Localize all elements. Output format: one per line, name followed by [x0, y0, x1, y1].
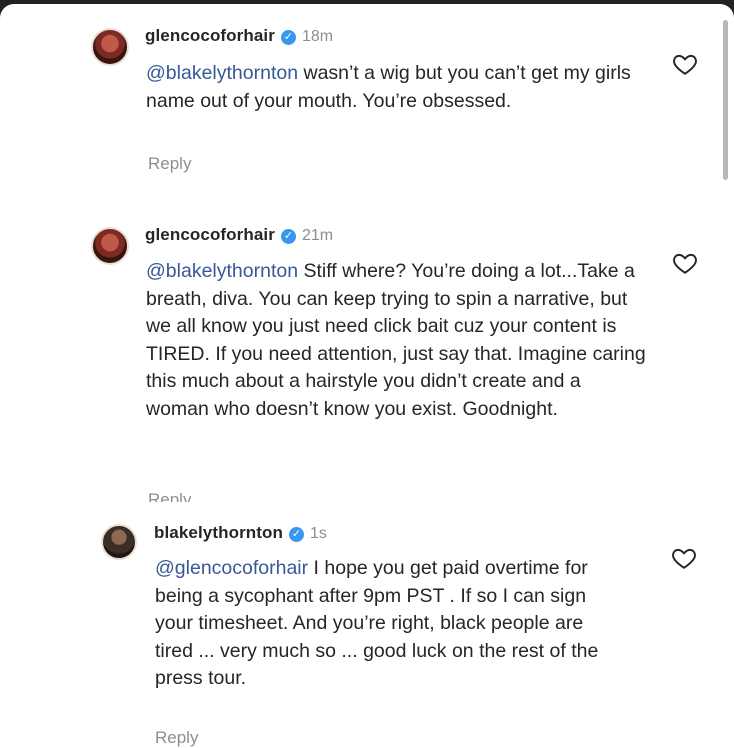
- reply-button[interactable]: Reply: [148, 154, 191, 174]
- comment-header: glencocoforhair ✓ 21m: [145, 225, 333, 245]
- mention-link[interactable]: @blakelythornton: [146, 260, 298, 282]
- verified-badge-icon: ✓: [289, 527, 305, 542]
- avatar[interactable]: [101, 524, 137, 560]
- verified-badge-icon: ✓: [280, 30, 296, 45]
- verified-badge-icon: ✓: [280, 229, 296, 244]
- reply-button[interactable]: Reply: [155, 728, 198, 748]
- username[interactable]: glencocoforhair: [145, 26, 275, 45]
- mention-link[interactable]: @blakelythornton: [146, 62, 298, 84]
- timestamp: 1s: [310, 525, 327, 542]
- heart-icon[interactable]: [671, 250, 699, 276]
- comment-body: Stiff where? You’re doing a lot...Take a…: [146, 260, 646, 420]
- timestamp: 18m: [301, 28, 334, 45]
- heart-icon[interactable]: [670, 545, 698, 571]
- heart-icon[interactable]: [671, 51, 699, 77]
- username[interactable]: glencocoforhair: [145, 225, 275, 244]
- timestamp: 21m: [301, 227, 334, 244]
- comment-header: glencocoforhair ✓ 18m: [145, 26, 333, 46]
- comments-panel: glencocoforhair ✓ 18m @blakelythornton was…: [0, 4, 734, 748]
- scrollbar[interactable]: [723, 20, 728, 180]
- username[interactable]: blakelythornton: [154, 523, 283, 542]
- avatar[interactable]: [91, 28, 129, 66]
- avatar[interactable]: [91, 227, 129, 265]
- comment-text: @blakelythornton wasn’t a wig but you ca…: [146, 60, 641, 115]
- comment-text: @blakelythornton Stiff where? You’re doi…: [146, 258, 646, 423]
- reply-button[interactable]: Reply: [148, 490, 191, 502]
- mention-link[interactable]: @glencocoforhair: [155, 557, 308, 579]
- comment-header: blakelythornton ✓ 1s: [154, 523, 327, 543]
- comment-text: @glencocoforhair I hope you get paid ove…: [155, 555, 615, 693]
